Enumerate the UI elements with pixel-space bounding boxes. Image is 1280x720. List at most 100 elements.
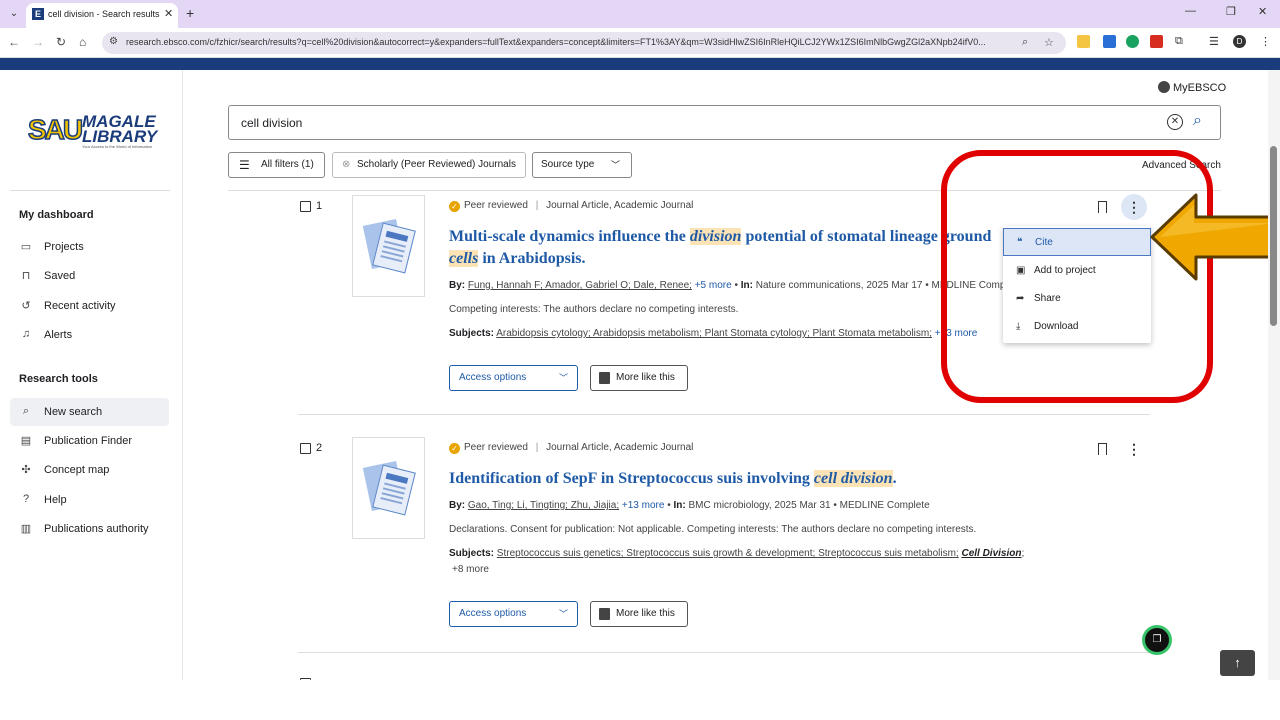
- zoom-icon[interactable]: ⌕: [1022, 36, 1028, 49]
- annotation-arrow-icon: [1150, 193, 1280, 281]
- subject-highlight-link[interactable]: Cell Division: [961, 548, 1021, 559]
- site-info-icon[interactable]: ⚙: [109, 36, 118, 47]
- remove-filter-icon[interactable]: ⊗: [342, 153, 350, 177]
- browser-tab[interactable]: E cell division - Search results - E ✕: [26, 3, 178, 28]
- more-authors-link[interactable]: +5 more: [695, 280, 732, 291]
- url-field[interactable]: ⚙ research.ebsco.com/c/fzhicr/search/res…: [102, 32, 1066, 54]
- forward-icon[interactable]: →: [32, 35, 44, 49]
- sidebar-item-alerts[interactable]: ♫ Alerts: [10, 321, 169, 349]
- sidebar-item-label: Recent activity: [44, 300, 116, 312]
- tab-search-icon[interactable]: ⌄: [6, 6, 22, 22]
- meta-separator: |: [535, 442, 539, 453]
- search-input[interactable]: cell division ✕ ⌕: [228, 105, 1221, 140]
- peer-reviewed-label: Peer reviewed: [464, 200, 528, 211]
- clear-search-icon[interactable]: ✕: [1167, 114, 1183, 130]
- browser-menu-icon[interactable]: ⋮: [1260, 35, 1271, 48]
- access-options-label: Access options: [459, 372, 527, 383]
- logo-tagline: Your Access to the World of Information: [82, 144, 153, 149]
- chat-widget-icon[interactable]: ❐: [1145, 628, 1169, 652]
- more-like-this-button[interactable]: More like this: [590, 601, 688, 627]
- more-like-this-label: More like this: [616, 372, 675, 383]
- library-logo[interactable]: SAU MAGALE LIBRARY Your Access to the Wo…: [27, 113, 157, 149]
- extension-folder-icon[interactable]: [1077, 35, 1090, 48]
- tab-title: cell division - Search results - E: [48, 9, 160, 19]
- research-tools-heading: Research tools: [19, 373, 98, 385]
- history-icon: ↺: [21, 300, 31, 312]
- sidebar-item-help[interactable]: ? Help: [10, 486, 169, 514]
- result-meta: ✓ Peer reviewed | Journal Article, Academ…: [449, 200, 693, 212]
- logo-sau-text: SAU: [27, 113, 84, 146]
- document-thumbnail[interactable]: [352, 195, 425, 297]
- access-options-button[interactable]: Access options ﹀: [449, 365, 578, 391]
- sidebar-item-publications-authority[interactable]: ▥ Publications authority: [10, 515, 169, 543]
- sidebar-item-saved[interactable]: ⊓ Saved: [10, 262, 169, 290]
- home-icon[interactable]: ⌂: [79, 35, 86, 49]
- sidebar-item-label: Concept map: [44, 464, 110, 476]
- access-options-label: Access options: [459, 608, 527, 619]
- authors-links[interactable]: Fung, Hannah F; Amador, Gabriel O; Dale,…: [468, 280, 692, 291]
- all-filters-button[interactable]: ☰ All filters (1): [228, 152, 325, 178]
- authors-links[interactable]: Gao, Ting; Li, Tingting; Zhu, Jiajia;: [468, 500, 619, 511]
- back-to-top-icon[interactable]: ↑: [1220, 650, 1255, 676]
- scholarly-filter-chip[interactable]: ⊗ Scholarly (Peer Reviewed) Journals: [332, 152, 526, 178]
- sidebar-item-publication-finder[interactable]: ▤ Publication Finder: [10, 427, 169, 455]
- result-subjects: Subjects: Arabidopsis cytology; Arabidop…: [449, 328, 989, 339]
- result-byline: By: Gao, Ting; Li, Tingting; Zhu, Jiajia…: [449, 500, 930, 511]
- title-text: Multi-scale dynamics influence the: [449, 228, 690, 245]
- access-options-button[interactable]: Access options ﹀: [449, 601, 578, 627]
- result-byline: By: Fung, Hannah F; Amador, Gabriel O; D…: [449, 280, 1009, 291]
- search-query: cell division: [241, 116, 303, 130]
- reload-icon[interactable]: ↻: [56, 35, 66, 49]
- window-close-icon[interactable]: ✕: [1258, 5, 1267, 18]
- subjects-links[interactable]: Streptococcus suis genetics; Streptococc…: [497, 548, 959, 559]
- extensions-puzzle-icon[interactable]: ⧉: [1175, 35, 1183, 48]
- help-icon: ?: [22, 493, 30, 505]
- myebsco-link[interactable]: MyEBSCO: [1158, 81, 1226, 94]
- more-authors-link[interactable]: +13 more: [622, 500, 665, 511]
- restore-icon[interactable]: ❐: [1226, 5, 1236, 18]
- sidebar-item-label: Publication Finder: [44, 435, 133, 447]
- extension-blue-icon[interactable]: [1103, 35, 1116, 48]
- search-icon[interactable]: ⌕: [1193, 112, 1202, 130]
- sidebar-divider: [10, 190, 170, 191]
- chevron-down-icon: ﹀: [610, 160, 620, 170]
- book-icon: ▥: [20, 523, 32, 535]
- sidebar-item-concept-map[interactable]: ✣ Concept map: [10, 456, 169, 484]
- profile-avatar[interactable]: D: [1233, 35, 1246, 48]
- dashboard-heading: My dashboard: [19, 209, 94, 221]
- result-divider: [298, 414, 1150, 415]
- back-icon[interactable]: ←: [8, 35, 20, 49]
- result-note: Declarations. Consent for publication: N…: [449, 524, 977, 535]
- subjects-links[interactable]: Arabidopsis cytology; Arabidopsis metabo…: [496, 328, 932, 339]
- filter-icon: ☰: [239, 158, 250, 172]
- sidebar-item-label: Saved: [44, 270, 76, 282]
- bookmark-icon[interactable]: [1098, 443, 1107, 455]
- sidebar-item-label: Help: [44, 494, 67, 506]
- extension-pdf-icon[interactable]: [1150, 35, 1163, 48]
- more-subjects-link[interactable]: +8 more: [452, 564, 489, 575]
- bell-icon: ♫: [21, 328, 31, 340]
- result-title-link[interactable]: Identification of SepF in Streptococcus …: [449, 468, 1069, 490]
- close-tab-icon[interactable]: ✕: [164, 7, 173, 20]
- sidebar-item-new-search[interactable]: ⌕ New search: [10, 398, 169, 426]
- result-checkbox[interactable]: [300, 201, 311, 212]
- in-label: In:: [673, 500, 686, 511]
- source-type-dropdown[interactable]: Source type ﹀: [532, 152, 632, 178]
- more-like-this-button[interactable]: More like this: [590, 365, 688, 391]
- reading-list-icon[interactable]: ☰: [1209, 35, 1219, 48]
- new-tab-icon[interactable]: +: [186, 5, 194, 21]
- result-title-link[interactable]: Multi-scale dynamics influence the divis…: [449, 226, 1009, 270]
- publication-type: Journal Article, Academic Journal: [546, 200, 694, 211]
- result-checkbox[interactable]: [300, 678, 311, 680]
- more-like-this-icon: [599, 372, 610, 384]
- bookmark-star-icon[interactable]: ☆: [1044, 36, 1054, 49]
- sidebar-item-recent-activity[interactable]: ↺ Recent activity: [10, 292, 169, 320]
- result-checkbox[interactable]: [300, 443, 311, 454]
- minimize-icon[interactable]: —: [1185, 5, 1196, 17]
- sidebar-item-projects[interactable]: ▭ Projects: [10, 233, 169, 261]
- scrollbar-thumb[interactable]: [1270, 146, 1277, 326]
- document-thumbnail[interactable]: [352, 437, 425, 539]
- more-actions-icon[interactable]: ⋮: [1121, 436, 1147, 462]
- title-highlight: cell division: [813, 470, 893, 487]
- extension-green-icon[interactable]: [1126, 35, 1139, 48]
